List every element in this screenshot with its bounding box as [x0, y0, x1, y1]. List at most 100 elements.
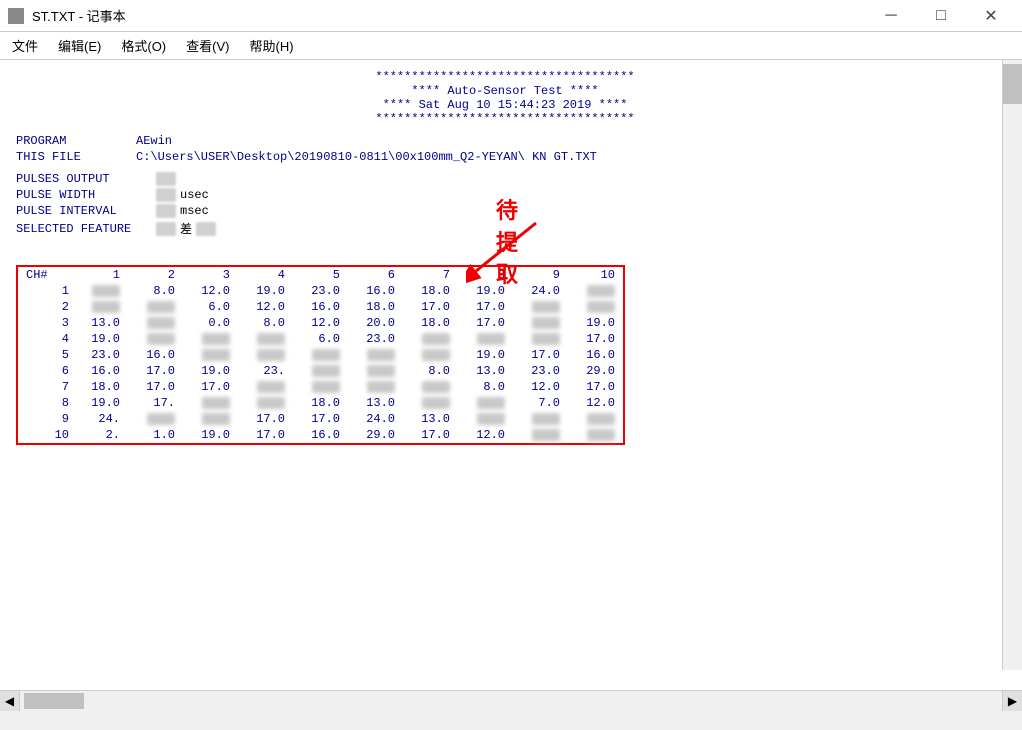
table-cell — [238, 395, 293, 411]
title-bar-left: ST.TXT - 记事本 — [8, 6, 126, 25]
row-number: 6 — [18, 363, 73, 379]
minimize-button[interactable]: ─ — [868, 0, 914, 32]
menu-help[interactable]: 帮助(H) — [241, 34, 301, 58]
table-cell: 13.0 — [458, 363, 513, 379]
table-cell: 7.0 — [513, 395, 568, 411]
pulse-interval-label: PULSE INTERVAL — [16, 204, 156, 218]
col-header-6: 6 — [348, 267, 403, 283]
pulses-output-value — [156, 172, 176, 186]
table-cell: 12.0 — [293, 315, 348, 331]
blurred-cell — [92, 285, 120, 297]
table-cell: 2. — [73, 427, 128, 443]
table-row: 616.017.019.023.8.013.023.029.0 — [18, 363, 623, 379]
table-cell: 19.0 — [73, 395, 128, 411]
blurred-cell — [92, 301, 120, 313]
row-number: 10 — [18, 427, 73, 443]
col-header-1: 1 — [73, 267, 128, 283]
table-cell: 17.0 — [128, 379, 183, 395]
program-line1: PROGRAM AEwin — [16, 134, 994, 148]
table-cell: 12.0 — [458, 427, 513, 443]
table-cell — [403, 347, 458, 363]
menu-bar: 文件 编辑(E) 格式(O) 查看(V) 帮助(H) — [0, 32, 1022, 60]
main-wrapper: ************************************ ***… — [0, 60, 1022, 690]
col-header-10: 10 — [568, 267, 623, 283]
blurred-cell — [477, 413, 505, 425]
table-row: 102.1.019.017.016.029.017.012.0 — [18, 427, 623, 443]
table-cell: 13.0 — [403, 411, 458, 427]
row-number: 1 — [18, 283, 73, 299]
blurred-cell — [532, 301, 560, 313]
blurred-cell — [532, 413, 560, 425]
table-cell — [293, 379, 348, 395]
h-scroll-thumb[interactable] — [24, 693, 84, 709]
col-header-4: 4 — [238, 267, 293, 283]
menu-file[interactable]: 文件 — [4, 34, 46, 58]
table-header-row: CH# 1 2 3 4 5 6 7 8 9 10 — [18, 267, 623, 283]
menu-format[interactable]: 格式(O) — [113, 34, 174, 58]
table-cell: 8.0 — [128, 283, 183, 299]
pulses-output-label: PULSES OUTPUT — [16, 172, 156, 186]
table-cell: 24.0 — [348, 411, 403, 427]
table-cell: 19.0 — [183, 363, 238, 379]
pulse-interval-blurred — [156, 204, 176, 218]
table-cell: 16.0 — [348, 283, 403, 299]
table-cell — [128, 411, 183, 427]
table-cell: 6.0 — [293, 331, 348, 347]
program-section: PROGRAM AEwin THIS FILE C:\Users\USER\De… — [16, 134, 994, 164]
blurred-cell — [257, 381, 285, 393]
table-cell: 17.0 — [568, 379, 623, 395]
maximize-button[interactable]: □ — [918, 0, 964, 32]
table-cell — [513, 331, 568, 347]
blurred-cell — [587, 429, 615, 441]
table-cell: 23.0 — [513, 363, 568, 379]
blurred-cell — [477, 333, 505, 345]
col-header-8: 8 — [458, 267, 513, 283]
content-area[interactable]: ************************************ ***… — [0, 60, 1022, 690]
program-label: PROGRAM — [16, 134, 136, 148]
blurred-cell — [312, 349, 340, 361]
table-cell — [128, 299, 183, 315]
table-cell: 16.0 — [568, 347, 623, 363]
table-cell: 16.0 — [73, 363, 128, 379]
col-header-7: 7 — [403, 267, 458, 283]
table-cell — [513, 411, 568, 427]
header-line1: ************************************ — [16, 70, 994, 84]
table-cell: 12.0 — [238, 299, 293, 315]
h-scroll-track[interactable] — [20, 691, 1002, 710]
blurred-cell — [422, 349, 450, 361]
table-cell: 17. — [128, 395, 183, 411]
blurred-cell — [312, 365, 340, 377]
selected-feature-line: SELECTED FEATURE 差 — [16, 220, 994, 237]
blurred-cell — [202, 333, 230, 345]
table-cell — [403, 395, 458, 411]
table-cell: 17.0 — [238, 411, 293, 427]
h-scroll-right[interactable]: ▶ — [1002, 691, 1022, 711]
blurred-cell — [367, 365, 395, 377]
blurred-cell — [147, 413, 175, 425]
table-cell: 18.0 — [403, 283, 458, 299]
col-header-3: 3 — [183, 267, 238, 283]
h-scroll-left[interactable]: ◀ — [0, 691, 20, 711]
table-cell — [568, 427, 623, 443]
selected-feature-text: 差 — [180, 220, 192, 237]
table-cell: 17.0 — [403, 427, 458, 443]
table-cell: 17.0 — [568, 331, 623, 347]
table-cell: 18.0 — [348, 299, 403, 315]
row-number: 5 — [18, 347, 73, 363]
menu-edit[interactable]: 编辑(E) — [50, 34, 109, 58]
v-scroll-thumb[interactable] — [1003, 64, 1022, 104]
table-cell: 29.0 — [348, 427, 403, 443]
menu-view[interactable]: 查看(V) — [178, 34, 237, 58]
vertical-scrollbar[interactable] — [1002, 60, 1022, 670]
header-line4: ************************************ — [16, 112, 994, 126]
blurred-cell — [147, 301, 175, 313]
blurred-cell — [587, 285, 615, 297]
blurred-cell — [367, 349, 395, 361]
blurred-cell — [147, 333, 175, 345]
title-text: ST.TXT - 记事本 — [32, 6, 126, 25]
table-cell — [348, 363, 403, 379]
close-button[interactable]: ✕ — [968, 0, 1014, 32]
table-cell: 12.0 — [183, 283, 238, 299]
blurred-cell — [532, 317, 560, 329]
table-cell: 17.0 — [403, 299, 458, 315]
